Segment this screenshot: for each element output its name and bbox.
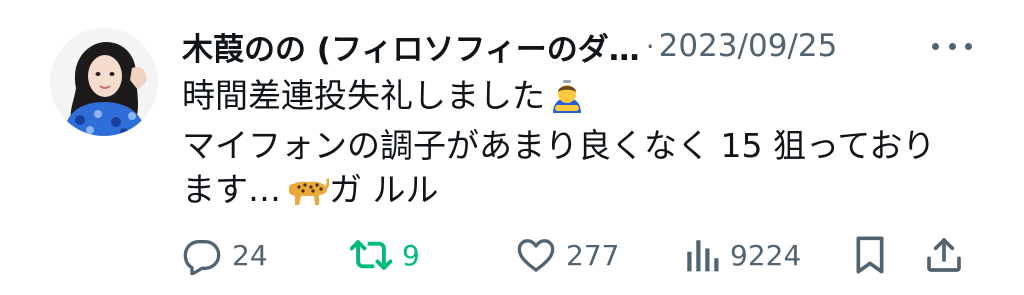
like-button[interactable]: 277 xyxy=(516,230,619,280)
reply-icon xyxy=(182,235,222,275)
action-bar: 24 9 277 9224 xyxy=(0,230,1024,280)
heart-icon xyxy=(516,235,556,275)
views-button[interactable]: 9224 xyxy=(684,230,801,280)
leopard-emoji xyxy=(285,173,330,218)
tweet-text-line-3: ます… ガ ルル xyxy=(182,168,982,218)
tweet-text: 時間差連投失礼しました マイフォンの調子があまり良くなく 15 狙っており ます… xyxy=(182,74,982,218)
bookmark-button[interactable] xyxy=(852,230,888,280)
share-button[interactable] xyxy=(924,230,964,280)
tweet-text-line-2: マイフォンの調子があまり良くなく 15 狙っており xyxy=(182,126,936,165)
bar-chart-icon xyxy=(684,235,720,275)
tweet: 木葭のの (フィロソフィーのダ… · 2023/09/25 時間差連投失礼しまし… xyxy=(0,0,1024,295)
bookmark-icon xyxy=(852,235,888,275)
person-bowing-emoji xyxy=(549,79,585,124)
avatar-image xyxy=(50,28,158,136)
header-separator: · xyxy=(645,29,655,63)
retweet-icon xyxy=(350,235,392,275)
tweet-date[interactable]: 2023/09/25 xyxy=(659,28,838,64)
avatar[interactable] xyxy=(50,28,158,136)
author-name[interactable]: 木葭のの (フィロソフィーのダ… xyxy=(182,24,640,69)
tweet-header: 木葭のの (フィロソフィーのダ… · 2023/09/25 xyxy=(182,22,837,70)
more-options-icon[interactable] xyxy=(932,34,972,58)
views-count: 9224 xyxy=(730,238,802,272)
reply-button[interactable]: 24 xyxy=(182,230,268,280)
tweet-text-line-1: 時間差連投失礼しました xyxy=(182,74,982,124)
retweet-count: 9 xyxy=(402,238,420,272)
retweet-button[interactable]: 9 xyxy=(350,230,420,280)
like-count: 277 xyxy=(566,238,620,272)
reply-count: 24 xyxy=(232,238,268,272)
share-icon xyxy=(924,235,964,275)
